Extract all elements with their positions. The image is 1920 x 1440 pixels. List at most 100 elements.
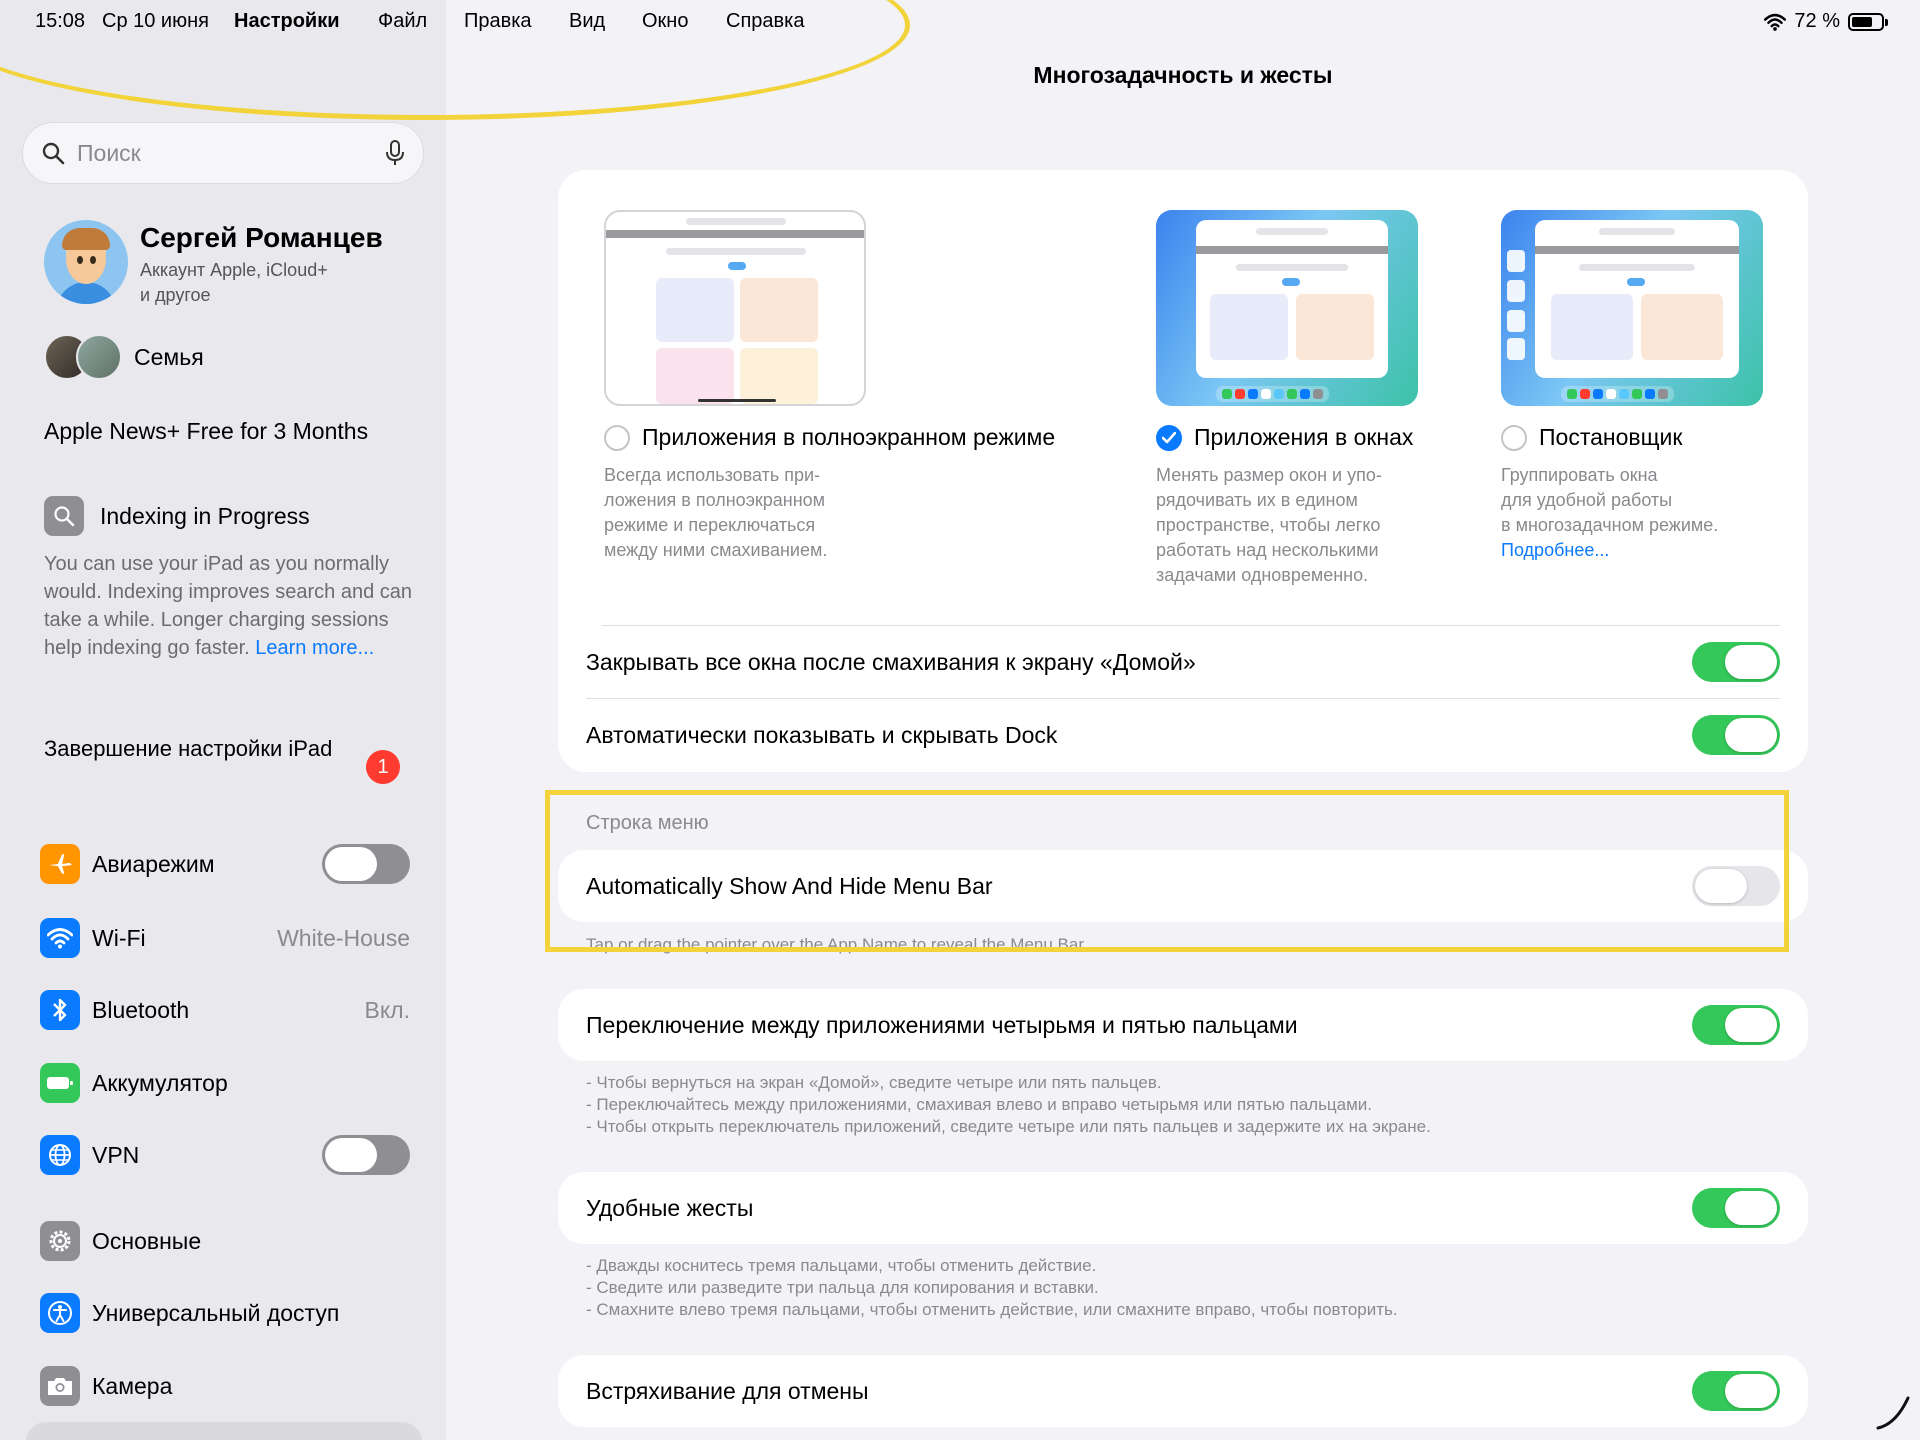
auto-hide-menu-bar-label: Automatically Show And Hide Menu Bar (586, 872, 993, 899)
auto-dock-toggle[interactable] (1692, 715, 1780, 755)
multitasking-card: Приложения в полноэкранном режиме Всегда… (558, 170, 1808, 772)
battery-icon (40, 1063, 80, 1103)
sidebar-item-camera[interactable]: Камера (40, 1364, 410, 1408)
pointer-stroke-annotation (1876, 1396, 1910, 1430)
option-fullscreen-label: Приложения в полноэкранном режиме (642, 424, 1056, 450)
option-windowed-apps-description: Менять размер окон и упо- рядочивать их … (1156, 465, 1382, 585)
four-five-finger-label: Переключение между приложениями четырьмя… (586, 1011, 1298, 1038)
bluetooth-status-value: Вкл. (364, 996, 410, 1023)
sidebar-item-vpn[interactable]: VPN (40, 1133, 410, 1177)
airplane-icon (40, 844, 80, 884)
auto-hide-menu-bar-toggle[interactable] (1692, 866, 1780, 906)
menu-bar-footer: Tap or drag the pointer over the App Nam… (586, 935, 1088, 954)
sidebar-item-airplane[interactable]: Авиарежим (40, 842, 410, 886)
globe-icon (40, 1135, 80, 1175)
sidebar-item-bluetooth[interactable]: Bluetooth Вкл. (40, 988, 410, 1032)
radio-windowed-apps[interactable] (1156, 424, 1182, 451)
shake-to-undo-toggle[interactable] (1692, 1371, 1780, 1411)
stage-manager-preview-image (1501, 210, 1763, 406)
sidebar-item-wifi[interactable]: Wi-Fi White-House (40, 916, 410, 960)
gear-icon (40, 1221, 80, 1261)
sidebar-selected-item[interactable] (26, 1422, 422, 1440)
sidebar-item-general[interactable]: Основные (40, 1219, 410, 1263)
apple-account-profile[interactable]: Сергей Романцев Аккаунт Apple, iCloud+ и… (44, 220, 383, 308)
app-name-menu[interactable]: Настройки (234, 10, 340, 33)
close-windows-toggle[interactable] (1692, 642, 1780, 682)
radio-stage-manager[interactable] (1501, 424, 1527, 451)
wifi-network-value: White-House (277, 924, 410, 951)
accessibility-label: Универсальный доступ (92, 1299, 340, 1326)
radio-fullscreen[interactable] (604, 424, 630, 451)
status-bar: 15:08 Ср 10 июня Настройки Файл Правка В… (0, 0, 1920, 44)
general-label: Основные (92, 1227, 202, 1254)
bluetooth-icon (40, 990, 80, 1030)
option-fullscreen-description: Всегда использовать при- ложения в полно… (604, 465, 828, 560)
indexing-title: Indexing in Progress (100, 502, 310, 529)
family-label: Семья (134, 343, 204, 370)
vpn-label: VPN (92, 1141, 140, 1168)
shake-to-undo-row: Встряхивание для отмены (558, 1355, 1808, 1427)
apple-news-promo[interactable]: Apple News+ Free for 3 Months (44, 418, 368, 445)
airplane-toggle[interactable] (322, 844, 410, 884)
airplane-label: Авиарежим (92, 850, 215, 877)
menu-help[interactable]: Справка (726, 10, 804, 33)
gestures-row: Удобные жесты (558, 1172, 1808, 1244)
sidebar-item-battery[interactable]: Аккумулятор (40, 1061, 410, 1105)
search-input[interactable]: Поиск (77, 140, 385, 167)
menu-edit[interactable]: Правка (464, 10, 532, 33)
gestures-toggle[interactable] (1692, 1188, 1780, 1228)
sidebar-item-accessibility[interactable]: Универсальный доступ (40, 1291, 410, 1335)
wifi-status-icon (1764, 13, 1787, 31)
four-five-finger-footer: - Чтобы вернуться на экран «Домой», свед… (586, 1073, 1431, 1136)
option-fullscreen[interactable]: Приложения в полноэкранном режиме Всегда… (604, 210, 1055, 563)
page-title: Многозадачность и жесты (1033, 62, 1333, 88)
profile-name: Сергей Романцев (140, 222, 383, 253)
close-windows-row: Закрывать все окна после смахивания к эк… (586, 626, 1780, 698)
wifi-icon (40, 918, 80, 958)
battery-status-icon (1848, 12, 1888, 31)
auto-hide-menu-bar-row: Automatically Show And Hide Menu Bar (558, 850, 1808, 922)
menu-file[interactable]: Файл (378, 10, 427, 33)
finish-setup-item[interactable]: Завершение настройки iPad (44, 734, 404, 764)
accessibility-icon (40, 1293, 80, 1333)
gestures-label: Удобные жесты (586, 1194, 754, 1221)
close-windows-label: Закрывать все окна после смахивания к эк… (586, 648, 1196, 675)
battery-label: Аккумулятор (92, 1069, 228, 1096)
family-avatar-2 (76, 334, 122, 380)
camera-icon (40, 1366, 80, 1406)
auto-dock-row: Автоматически показывать и скрывать Dock (586, 699, 1780, 771)
menu-bar-section-header: Строка меню (586, 812, 709, 834)
shake-to-undo-label: Встряхивание для отмены (586, 1377, 869, 1404)
microphone-icon[interactable] (385, 140, 405, 166)
fullscreen-preview-image (604, 210, 866, 406)
date: Ср 10 июня (102, 10, 209, 32)
learn-more-link[interactable]: Learn more... (255, 637, 374, 659)
menu-view[interactable]: Вид (569, 10, 605, 33)
battery-percentage: 72 % (1794, 10, 1840, 32)
gestures-footer: - Дважды коснитесь тремя пальцами, чтобы… (586, 1256, 1398, 1319)
wifi-label: Wi-Fi (92, 924, 146, 951)
option-stage-manager-description: Группировать окна для удобной работы в м… (1501, 463, 1841, 563)
profile-subtitle-line1: Аккаунт Apple, iCloud+ (140, 260, 328, 280)
four-five-finger-row: Переключение между приложениями четырьмя… (558, 989, 1808, 1061)
search-icon (42, 142, 65, 165)
menu-window[interactable]: Окно (642, 10, 688, 33)
sidebar: Поиск Сергей Романцев Аккаунт Apple, iCl… (0, 0, 446, 1440)
clock: 15:08 (35, 10, 86, 32)
option-windowed-apps-label: Приложения в окнах (1194, 424, 1414, 450)
vpn-toggle[interactable] (322, 1135, 410, 1175)
profile-subtitle-line2: и другое (140, 285, 211, 305)
sidebar-item-family[interactable]: Семья (44, 334, 204, 380)
auto-dock-label: Автоматически показывать и скрывать Dock (586, 721, 1058, 748)
four-five-finger-toggle[interactable] (1692, 1005, 1780, 1045)
option-stage-manager[interactable]: Постановщик Группировать окна для удобно… (1501, 210, 1841, 563)
bluetooth-label: Bluetooth (92, 996, 190, 1023)
stage-manager-learn-more-link[interactable]: Подробнее... (1501, 538, 1841, 563)
status-indicators: 72 % (1764, 10, 1888, 33)
camera-label: Камера (92, 1372, 173, 1399)
search-field[interactable]: Поиск (22, 122, 424, 184)
option-windowed-apps[interactable]: Приложения в окнах Менять размер окон и … (1156, 210, 1496, 588)
windowed-preview-image (1156, 210, 1418, 406)
option-stage-manager-label: Постановщик (1539, 424, 1683, 450)
avatar (44, 220, 128, 304)
